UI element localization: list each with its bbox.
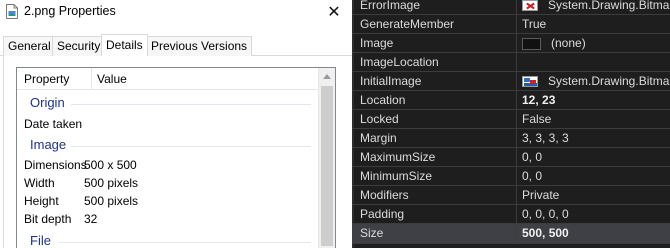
- property-name: Date taken: [24, 117, 83, 131]
- property-row-location[interactable]: Location 12, 23: [352, 91, 670, 110]
- column-header-property[interactable]: Property: [24, 72, 69, 86]
- property-row-locked[interactable]: Locked False: [352, 110, 670, 129]
- property-name: Bit depth: [24, 212, 72, 226]
- property-row-padding[interactable]: Padding 0, 0, 0, 0: [352, 205, 670, 224]
- property-row-maximum-size[interactable]: MaximumSize 0, 0: [352, 148, 670, 167]
- property-name: Size: [360, 226, 384, 240]
- scroll-up-arrow-icon[interactable]: [323, 74, 331, 79]
- property-value[interactable]: System.Drawing.Bitmap: [548, 0, 670, 12]
- property-value[interactable]: 0, 0, 0, 0: [522, 207, 569, 221]
- property-name: Dimensions: [24, 158, 87, 172]
- empty-image-swatch-icon: [522, 38, 541, 50]
- scrollbar-thumb[interactable]: [321, 86, 333, 246]
- column-divider: [516, 91, 517, 110]
- column-divider: [516, 110, 517, 129]
- column-divider: [516, 15, 517, 34]
- column-divider[interactable]: [91, 68, 92, 90]
- property-row-size[interactable]: Size 500, 500: [352, 224, 670, 244]
- property-name: ErrorImage: [360, 0, 421, 12]
- column-divider: [516, 167, 517, 186]
- column-divider: [516, 72, 517, 91]
- property-name: Padding: [360, 207, 405, 221]
- group-divider: [59, 242, 311, 243]
- tab-general[interactable]: General: [3, 36, 56, 56]
- property-value: 32: [84, 212, 98, 226]
- column-divider: [516, 34, 517, 53]
- details-panel: Property Value Origin Date taken Image D…: [3, 56, 352, 248]
- tab-security[interactable]: Security: [52, 36, 106, 56]
- close-icon: ✕: [327, 4, 341, 21]
- property-name: Locked: [360, 112, 399, 126]
- column-divider: [516, 53, 517, 72]
- group-label-file: File: [30, 233, 51, 248]
- group-divider: [71, 146, 311, 147]
- property-row-image-location[interactable]: ImageLocation: [352, 53, 670, 72]
- property-value[interactable]: True: [522, 17, 546, 31]
- close-button[interactable]: ✕: [316, 0, 352, 24]
- column-header-value[interactable]: Value: [97, 72, 127, 86]
- property-name: Location: [360, 93, 406, 107]
- property-name: MaximumSize: [360, 150, 436, 164]
- property-name: GenerateMember: [360, 17, 455, 31]
- property-name: Modifiers: [360, 188, 409, 202]
- property-name: Margin: [360, 131, 397, 145]
- property-name: Height: [24, 194, 59, 208]
- property-value: 500 pixels: [84, 176, 139, 190]
- property-value[interactable]: 0, 0: [522, 150, 542, 164]
- property-row-minimum-size[interactable]: MinimumSize 0, 0: [352, 167, 670, 186]
- group-divider: [71, 104, 311, 105]
- picture-icon: [522, 76, 538, 87]
- list-item-date-taken[interactable]: Date taken: [17, 116, 317, 134]
- property-value[interactable]: 12, 23: [522, 93, 555, 107]
- title-bar[interactable]: 2.png Properties ✕: [0, 0, 352, 24]
- error-image-icon: [522, 0, 538, 11]
- property-row-modifiers[interactable]: Modifiers Private: [352, 186, 670, 205]
- property-value[interactable]: Private: [522, 188, 559, 202]
- tab-previous-versions[interactable]: Previous Versions: [146, 36, 253, 56]
- vertical-scrollbar[interactable]: [318, 68, 335, 248]
- file-properties-dialog: 2.png Properties ✕ General Security Deta…: [0, 0, 352, 248]
- group-label-image: Image: [30, 137, 67, 152]
- property-row-generate-member[interactable]: GenerateMember True: [352, 15, 670, 34]
- property-value[interactable]: 0, 0: [522, 169, 542, 183]
- property-row-initial-image[interactable]: InitialImage System.Drawing.Bitmap: [352, 72, 670, 91]
- group-label-origin: Origin: [30, 95, 65, 110]
- tab-details[interactable]: Details: [101, 34, 148, 56]
- property-row-image[interactable]: Image (none): [352, 34, 670, 53]
- property-value: 500 pixels: [84, 194, 139, 208]
- list-item-width[interactable]: Width 500 pixels: [17, 175, 317, 193]
- column-divider: [516, 148, 517, 167]
- property-value[interactable]: System.Drawing.Bitmap: [548, 74, 670, 88]
- column-divider: [516, 0, 517, 15]
- property-value[interactable]: False: [522, 112, 551, 126]
- property-name: ImageLocation: [360, 55, 439, 69]
- column-divider: [516, 205, 517, 224]
- property-name: Width: [24, 176, 55, 190]
- list-header: Property Value: [17, 68, 318, 90]
- property-name: MinimumSize: [360, 169, 433, 183]
- property-name: Image: [360, 36, 394, 50]
- property-name: InitialImage: [360, 74, 422, 88]
- property-value[interactable]: 3, 3, 3, 3: [522, 131, 569, 145]
- property-row-error-image[interactable]: ErrorImage System.Drawing.Bitmap: [352, 0, 670, 15]
- details-list[interactable]: Property Value Origin Date taken Image D…: [16, 67, 336, 248]
- column-divider: [516, 224, 517, 243]
- column-divider: [516, 129, 517, 148]
- property-value[interactable]: 500, 500: [522, 226, 569, 240]
- list-item-bit-depth[interactable]: Bit depth 32: [17, 211, 317, 229]
- image-file-icon: [6, 4, 18, 19]
- column-divider: [516, 186, 517, 205]
- property-value[interactable]: (none): [551, 36, 586, 50]
- property-row-margin[interactable]: Margin 3, 3, 3, 3: [352, 129, 670, 148]
- window-title: 2.png Properties: [24, 4, 116, 18]
- list-item-height[interactable]: Height 500 pixels: [17, 193, 317, 211]
- tab-bar: General Security Details Previous Versio…: [0, 34, 352, 56]
- property-grid: ErrorImage System.Drawing.Bitmap Generat…: [352, 0, 670, 248]
- list-item-dimensions[interactable]: Dimensions 500 x 500: [17, 157, 317, 175]
- property-value: 500 x 500: [84, 158, 137, 172]
